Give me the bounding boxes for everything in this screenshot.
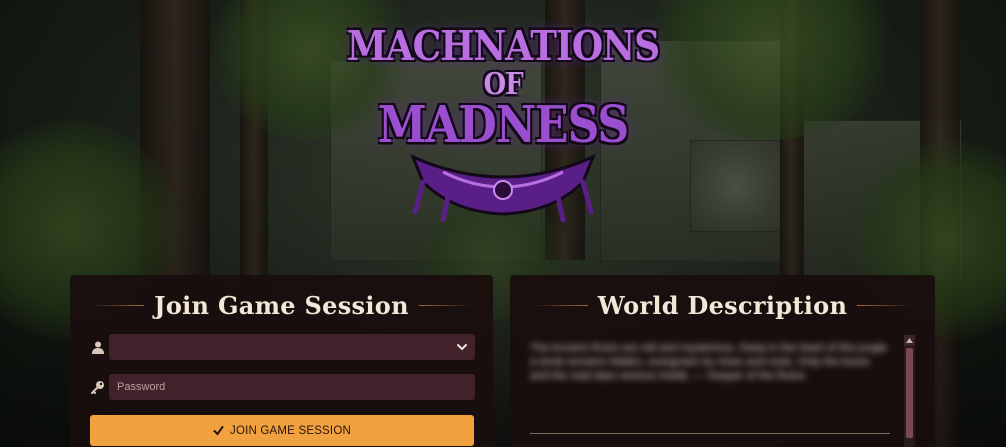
- title-rule-left: [532, 305, 588, 306]
- logo-ornament-icon: [410, 154, 596, 222]
- join-panel-title: Join Game Session: [154, 291, 409, 320]
- user-icon: [88, 337, 108, 357]
- user-select-row: [88, 334, 475, 360]
- chevron-down-icon: [457, 344, 467, 351]
- logo-title-line3: MADNESS: [377, 96, 629, 155]
- world-panel-header: World Description: [510, 291, 935, 320]
- join-button-label: JOIN GAME SESSION: [230, 424, 351, 437]
- scroll-up-icon[interactable]: [904, 335, 915, 346]
- password-input[interactable]: [109, 374, 475, 400]
- world-panel-title: World Description: [597, 291, 848, 320]
- world-description-panel: World Description The Ancient Ruins are …: [510, 275, 935, 447]
- password-field[interactable]: [109, 374, 475, 400]
- key-icon: [88, 377, 108, 397]
- title-rule-left: [90, 305, 145, 306]
- logo-title-line1: MACHNATIONS: [346, 21, 660, 71]
- password-row: [88, 374, 475, 400]
- description-divider: [530, 433, 890, 434]
- title-rule-right: [418, 305, 473, 306]
- title-rule-right: [857, 305, 914, 306]
- world-description-text: The Ancient Ruins are old and mysterious…: [530, 342, 888, 382]
- game-logo: MACHNATIONS OF MADNESS: [347, 18, 660, 240]
- join-game-session-button[interactable]: JOIN GAME SESSION: [90, 415, 474, 446]
- check-icon: [213, 426, 224, 436]
- scrollbar-thumb[interactable]: [906, 348, 913, 438]
- join-panel-header: Join Game Session: [70, 291, 493, 320]
- description-scrollbar[interactable]: [904, 335, 915, 447]
- user-select[interactable]: [109, 334, 475, 360]
- join-game-panel: Join Game Session JOIN GAME SESSION: [70, 275, 493, 447]
